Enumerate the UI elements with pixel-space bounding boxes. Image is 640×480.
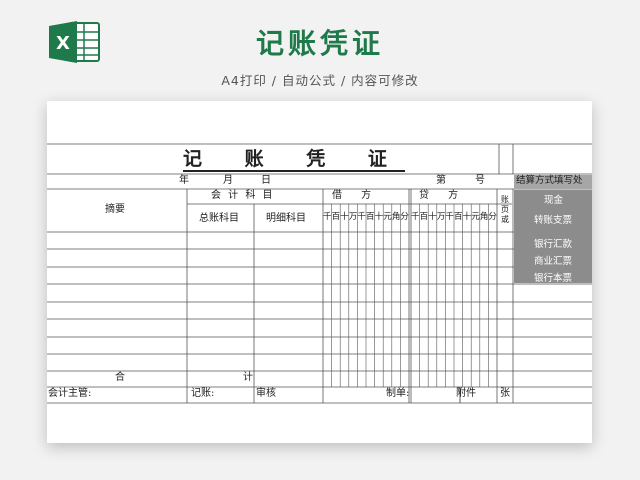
total-label-right: 计 (243, 372, 253, 383)
payment-option[interactable]: 转账支票 (534, 212, 572, 226)
page-subtitle: A4打印 / 自动公式 / 内容可修改 (221, 73, 419, 88)
summary-header: 摘要 (105, 204, 125, 215)
subject-header: 会 计 科 目 (211, 190, 275, 201)
account-page-header: 账页或 (501, 195, 509, 224)
credit-header: 贷 方 (419, 190, 459, 201)
payment-method-options: 现金 转账支票 银行汇款 商业汇票 银行本票 (514, 190, 592, 284)
general-ledger-header: 总账科目 (199, 213, 239, 224)
date-year-label: 年 (179, 175, 189, 186)
payment-option[interactable]: 银行本票 (534, 270, 572, 284)
attachment-label: 附件 (456, 388, 476, 399)
credit-digit-label: 分 (488, 212, 497, 222)
debit-header: 借 方 (332, 190, 372, 201)
sheets-label: 张 (500, 388, 510, 399)
payment-option[interactable]: 商业汇票 (534, 253, 572, 267)
audit-label: 审核 (256, 388, 276, 399)
voucher-title: 记 账 凭 证 (183, 148, 405, 172)
debit-digit-label: 分 (400, 212, 409, 222)
voucher-number-unit: 号 (475, 175, 485, 186)
payment-option[interactable]: 现金 (544, 192, 563, 206)
voucher-sheet: 记 账 凭 证 年 月 日 第 号 摘要 会 计 科 目 总账科目 明细科目 借… (47, 101, 592, 443)
chief-accountant-label: 会计主管: (48, 388, 92, 399)
maker-label: 制单: (386, 388, 410, 399)
date-day-label: 日 (261, 175, 271, 186)
date-month-label: 月 (223, 175, 233, 186)
payment-method-header: 结算方式填写处 (516, 175, 583, 186)
voucher-number-label: 第 (436, 175, 446, 186)
page-title: 记账凭证 (255, 27, 384, 60)
total-label-left: 合 (115, 372, 125, 383)
payment-option[interactable]: 银行汇款 (534, 236, 572, 250)
detail-subject-header: 明细科目 (266, 213, 306, 224)
bookkeeper-label: 记账: (191, 388, 215, 399)
